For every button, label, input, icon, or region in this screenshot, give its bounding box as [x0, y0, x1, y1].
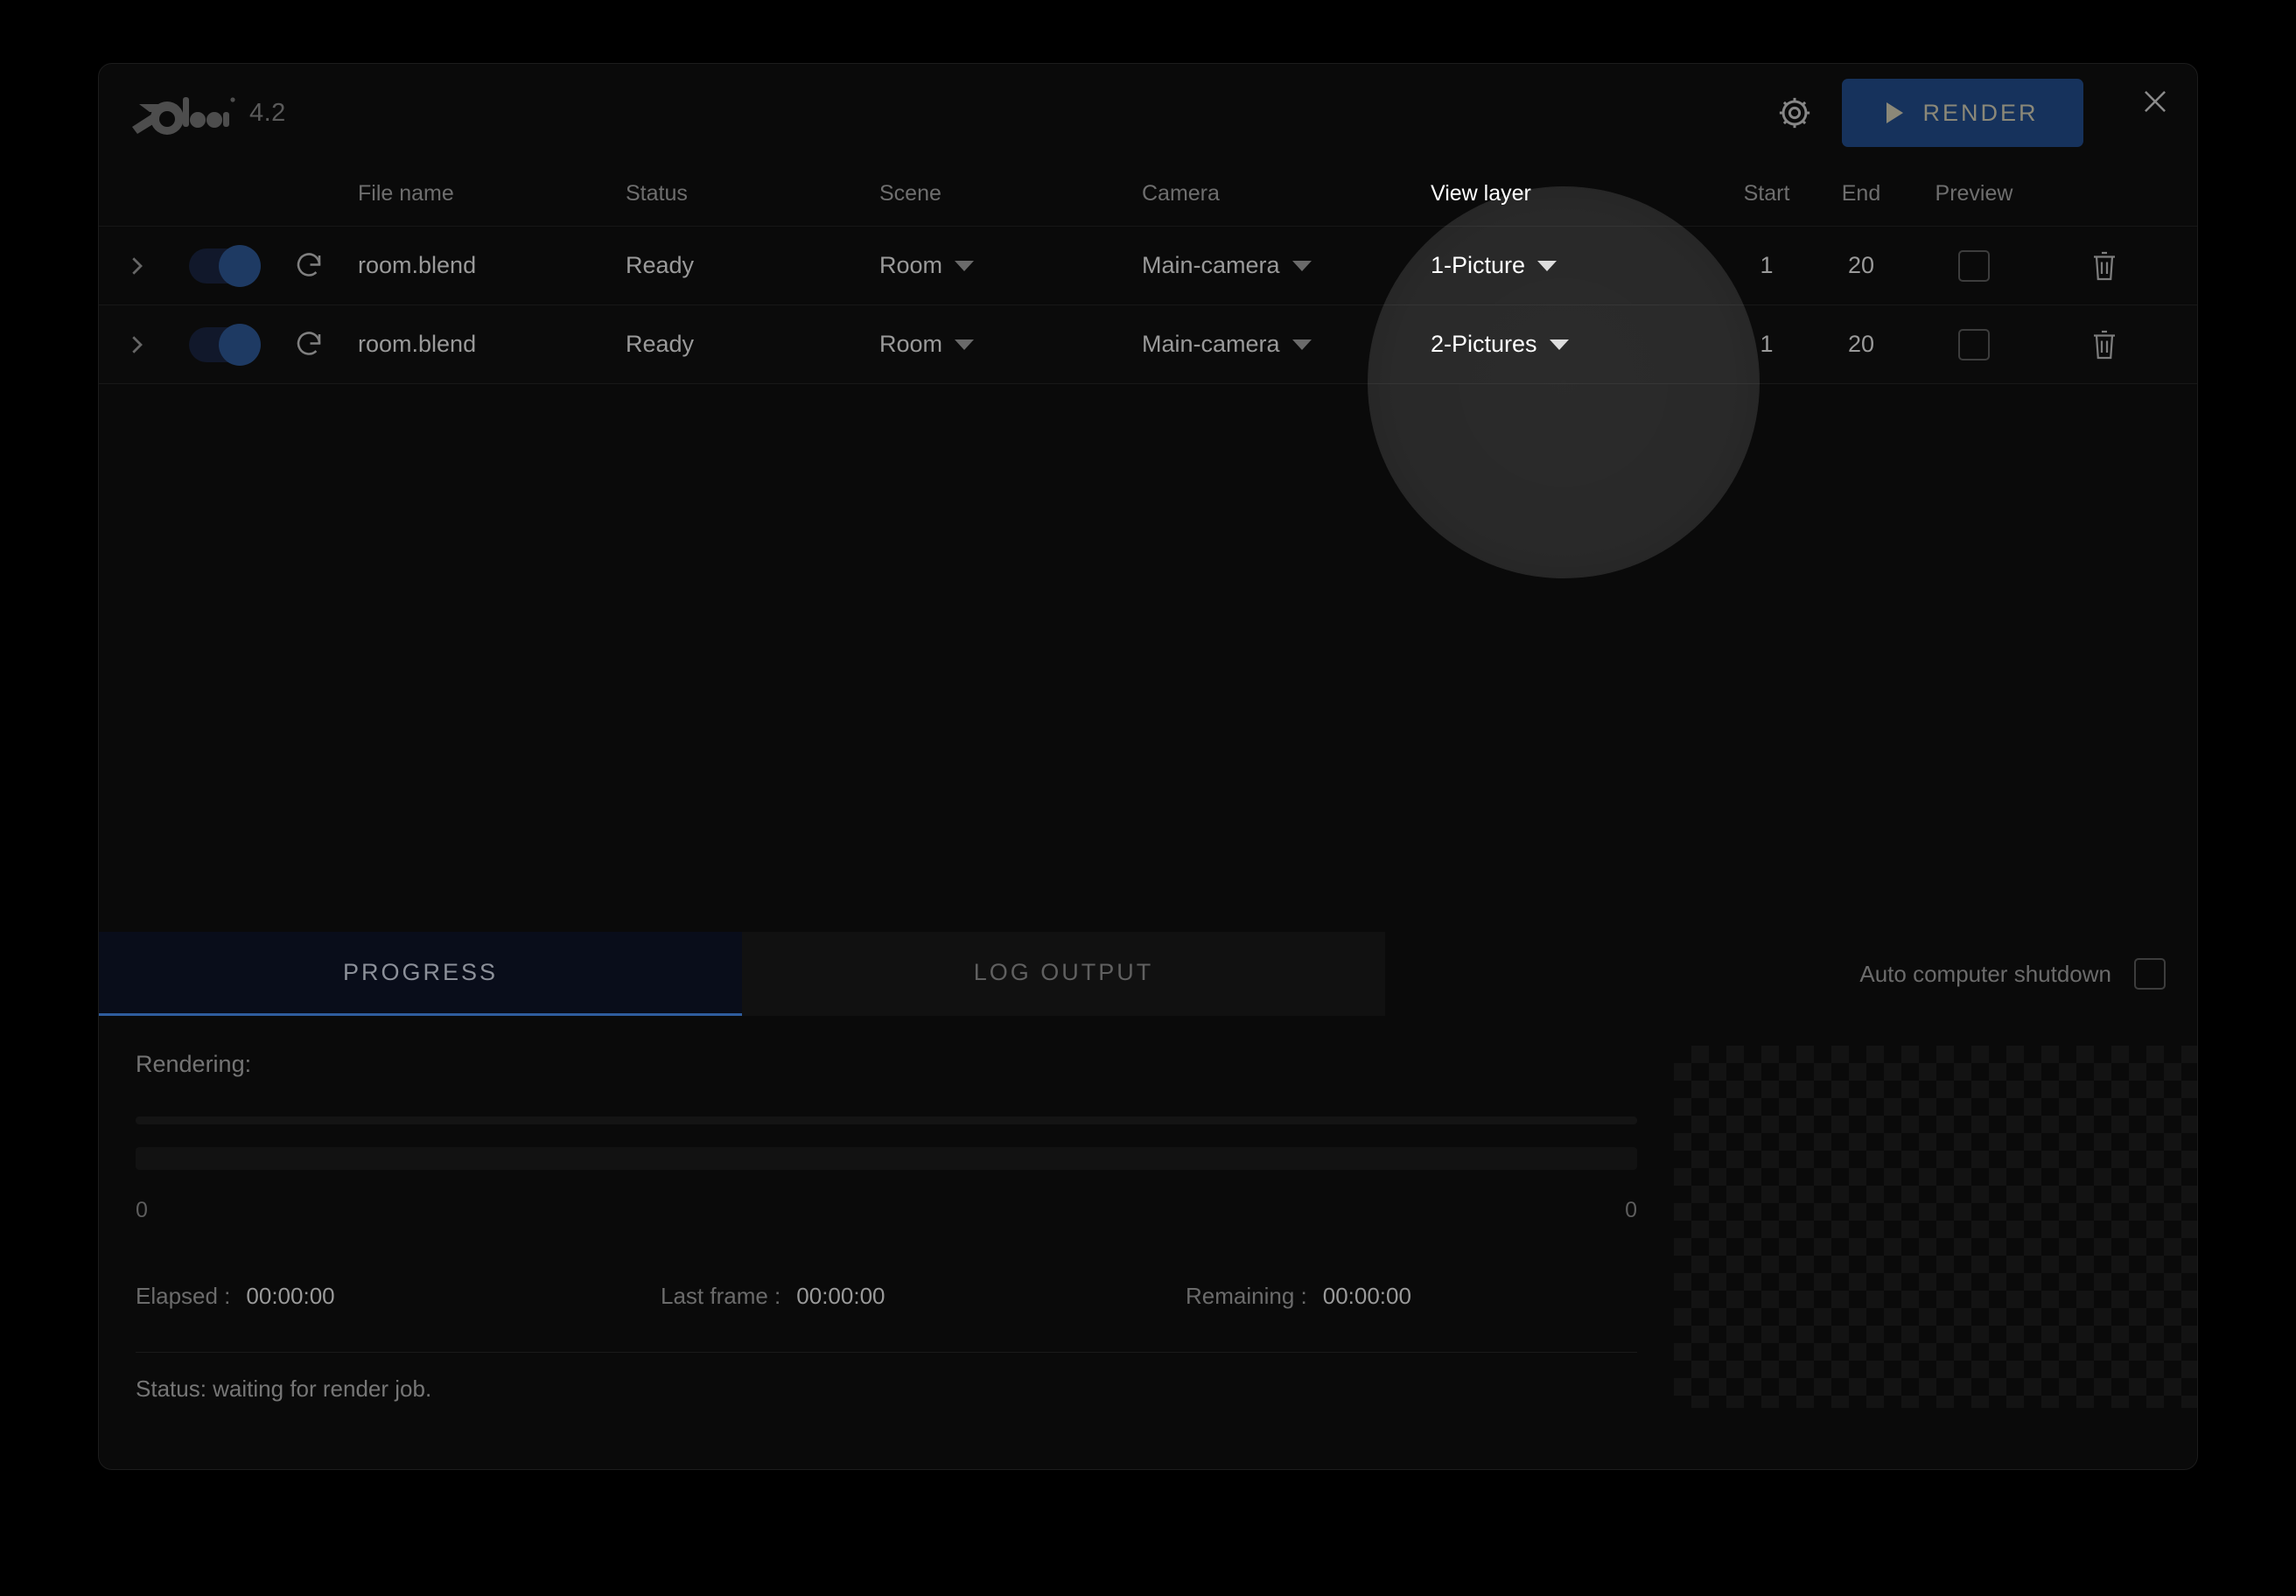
scene-value: Room [879, 331, 943, 357]
bottom-tabs: PROGRESS LOG OUTPUT Auto computer shutdo… [99, 932, 2197, 1016]
remaining-value: 00:00:00 [1322, 1283, 1411, 1309]
render-preview-area [1674, 1046, 2197, 1408]
elapsed-value: 00:00:00 [246, 1283, 335, 1309]
row-status: Ready [626, 331, 695, 357]
column-header-scene: Scene [879, 181, 942, 206]
brand: 4.2 [123, 88, 286, 137]
trash-icon[interactable] [2089, 248, 2120, 284]
queue-empty-area [99, 384, 2197, 932]
table-row[interactable]: room.blend Ready Room Main-camera 2-Pict… [99, 305, 2197, 384]
refresh-icon[interactable] [293, 250, 325, 282]
auto-shutdown-checkbox[interactable] [2134, 958, 2166, 990]
last-frame-label: Last frame : [661, 1283, 781, 1309]
row-file-name: room.blend [358, 331, 477, 357]
camera-dropdown[interactable]: Main-camera [1142, 252, 1312, 279]
auto-shutdown-control: Auto computer shutdown [1385, 932, 2197, 1016]
last-frame-value: 00:00:00 [796, 1283, 886, 1309]
progress-min-value: 0 [136, 1198, 148, 1222]
elapsed-label: Elapsed : [136, 1283, 231, 1309]
titlebar-actions: RENDER [1767, 64, 2197, 162]
elapsed-time: Elapsed : 00:00:00 [136, 1283, 661, 1310]
close-icon[interactable] [2113, 64, 2197, 162]
toggle-knob [219, 244, 261, 287]
progress-max-value: 0 [1625, 1198, 1637, 1222]
table-row[interactable]: room.blend Ready Room Main-camera 1-Pict… [99, 227, 2197, 305]
chevron-down-icon [955, 260, 975, 271]
chevron-right-icon[interactable] [123, 253, 150, 279]
overall-progress-bar [136, 1116, 1637, 1124]
column-header-view-layer: View layer [1431, 181, 1531, 206]
camera-dropdown[interactable]: Main-camera [1142, 331, 1312, 358]
blender-render-manager-window: 4.2 RENDER File name Status Scene Camera… [98, 63, 2198, 1470]
scene-dropdown[interactable]: Room [879, 252, 975, 279]
frame-progress-bar [136, 1147, 1637, 1170]
titlebar: 4.2 RENDER [99, 64, 2197, 162]
chevron-down-icon [1292, 260, 1312, 271]
refresh-icon[interactable] [293, 329, 325, 360]
trash-icon[interactable] [2089, 327, 2120, 362]
row-status: Ready [626, 252, 695, 278]
queue-table-header: File name Status Scene Camera View layer… [99, 162, 2197, 227]
blender-logo-icon [123, 88, 235, 137]
column-header-status: Status [626, 181, 688, 206]
status-text: Status: waiting for render job. [136, 1352, 1637, 1403]
view-layer-dropdown[interactable]: 1-Picture [1431, 252, 1558, 279]
chevron-down-icon [1292, 339, 1312, 350]
row-enable-toggle[interactable] [189, 244, 261, 287]
render-button[interactable]: RENDER [1842, 79, 2083, 147]
tab-log-output[interactable]: LOG OUTPUT [742, 932, 1385, 1016]
row-start-frame[interactable]: 1 [1719, 252, 1814, 279]
tab-progress[interactable]: PROGRESS [99, 932, 742, 1016]
column-header-end: End [1841, 181, 1881, 206]
row-start-frame[interactable]: 1 [1719, 331, 1814, 358]
timing-row: Elapsed : 00:00:00 Last frame : 00:00:00… [136, 1283, 1637, 1310]
column-header-camera: Camera [1142, 181, 1220, 206]
column-header-file-name: File name [358, 181, 454, 206]
rendering-label: Rendering: [136, 1051, 252, 1077]
scene-dropdown[interactable]: Room [879, 331, 975, 358]
chevron-down-icon [1549, 339, 1569, 350]
preview-checkbox[interactable] [1958, 328, 1990, 360]
row-file-name: room.blend [358, 252, 477, 278]
last-frame-time: Last frame : 00:00:00 [661, 1283, 1186, 1310]
view-layer-dropdown[interactable]: 2-Pictures [1431, 331, 1569, 358]
preview-checkbox[interactable] [1958, 249, 1990, 282]
view-layer-value: 1-Picture [1431, 252, 1526, 278]
row-end-frame[interactable]: 20 [1814, 331, 1908, 358]
camera-value: Main-camera [1142, 252, 1280, 278]
progress-details: Rendering: 0 0 Elapsed : 00:00:00 Last f… [99, 1016, 1674, 1427]
row-enable-toggle[interactable] [189, 323, 261, 366]
auto-shutdown-label: Auto computer shutdown [1859, 960, 2111, 987]
progress-bar-endpoints: 0 0 [136, 1198, 1637, 1223]
chevron-down-icon [1537, 260, 1558, 271]
toggle-knob [219, 323, 261, 366]
remaining-label: Remaining : [1186, 1283, 1307, 1309]
chevron-right-icon[interactable] [123, 332, 150, 358]
chevron-down-icon [955, 339, 975, 350]
play-triangle-icon [1886, 102, 1904, 123]
remaining-time: Remaining : 00:00:00 [1186, 1283, 1411, 1310]
scene-value: Room [879, 252, 943, 278]
gear-icon[interactable] [1767, 85, 1823, 141]
column-header-preview: Preview [1935, 181, 2013, 206]
column-header-start: Start [1743, 181, 1790, 206]
app-version: 4.2 [249, 98, 286, 127]
camera-value: Main-camera [1142, 331, 1280, 357]
view-layer-value: 2-Pictures [1431, 331, 1537, 357]
render-button-label: RENDER [1922, 99, 2039, 126]
row-end-frame[interactable]: 20 [1814, 252, 1908, 279]
progress-panel: Rendering: 0 0 Elapsed : 00:00:00 Last f… [99, 1016, 2197, 1427]
